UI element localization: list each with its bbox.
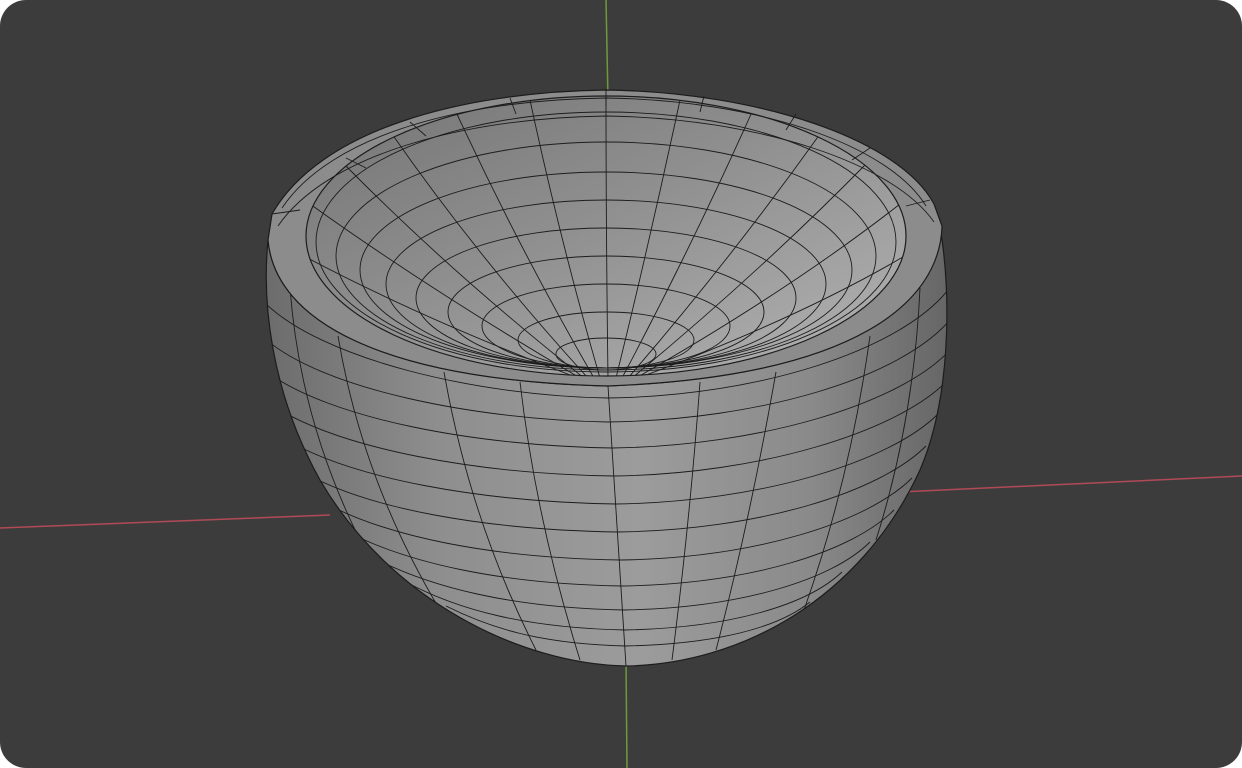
y-axis-line [605,0,609,101]
x-axis-line [0,514,331,529]
x-axis-line-right [899,475,1242,493]
viewport-canvas[interactable] [0,0,1242,768]
y-axis-line-lower [625,659,628,768]
bowl-mesh[interactable] [262,89,950,667]
3d-viewport[interactable] [0,0,1242,768]
